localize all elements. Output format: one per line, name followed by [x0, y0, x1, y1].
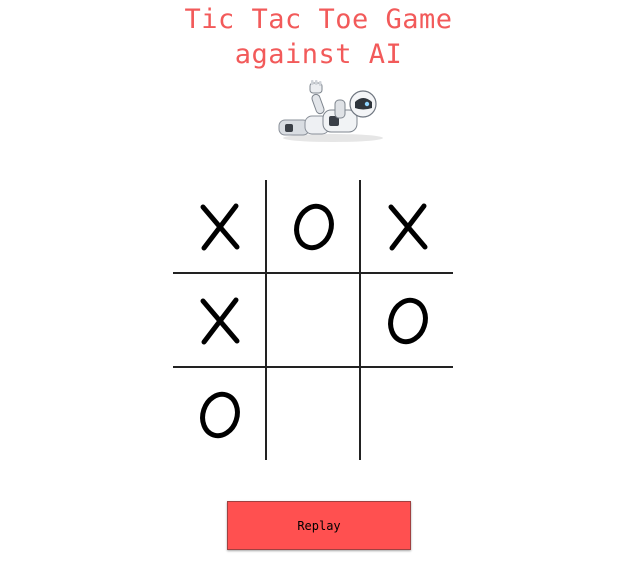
game-page: Tic Tac Toe Game against AI Replay [0, 0, 637, 561]
board-cell-4[interactable] [173, 274, 266, 367]
x-mark [385, 202, 431, 252]
x-mark [197, 296, 243, 346]
replay-button[interactable]: Replay [227, 501, 411, 550]
game-board [173, 180, 453, 460]
board-cell-2[interactable] [267, 180, 360, 273]
robot-illustration [278, 80, 383, 142]
title-line-2: against AI [234, 39, 403, 70]
board-cell-6[interactable] [361, 274, 454, 367]
o-mark [197, 390, 243, 440]
board-cell-5[interactable] [267, 274, 360, 367]
o-mark [385, 296, 431, 346]
title-line-1: Tic Tac Toe Game [184, 4, 453, 35]
x-mark [197, 202, 243, 252]
board-cell-1[interactable] [173, 180, 266, 273]
page-title: Tic Tac Toe Game against AI [0, 2, 637, 72]
o-mark [291, 202, 337, 252]
board-cell-9[interactable] [361, 368, 454, 461]
board-cell-3[interactable] [361, 180, 454, 273]
board-cell-8[interactable] [267, 368, 360, 461]
board-cell-7[interactable] [173, 368, 266, 461]
